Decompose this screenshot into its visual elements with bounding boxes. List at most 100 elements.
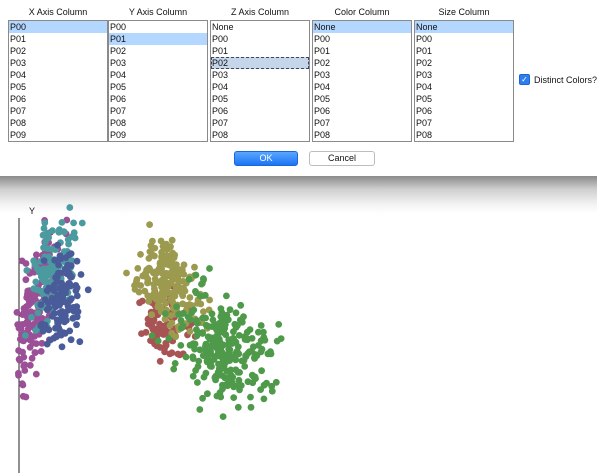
list-item[interactable]: P00 xyxy=(109,21,207,33)
list-item[interactable]: P08 xyxy=(109,117,207,129)
list-item[interactable]: P08 xyxy=(9,117,107,129)
list-item[interactable]: P00 xyxy=(211,33,309,45)
list-item[interactable]: P05 xyxy=(109,81,207,93)
y-column-list[interactable]: P00 P01 P02 P03 P04 P05 P06 P07 P08 P09 xyxy=(108,20,208,142)
cancel-button[interactable]: Cancel xyxy=(309,151,375,166)
scatter-point xyxy=(235,332,243,339)
scatter-point xyxy=(252,375,259,382)
scatter-point xyxy=(40,269,48,277)
list-item[interactable]: P07 xyxy=(313,117,411,129)
scatter-point xyxy=(39,275,46,283)
scatter-point xyxy=(261,336,269,344)
list-item[interactable]: P04 xyxy=(109,69,207,81)
list-item[interactable]: P03 xyxy=(109,57,207,69)
scatter-point xyxy=(77,271,85,278)
list-item[interactable]: P04 xyxy=(415,81,513,93)
list-item[interactable]: P06 xyxy=(211,105,309,117)
list-item[interactable]: P01 xyxy=(313,45,411,57)
scatter-point xyxy=(161,343,169,351)
list-item[interactable]: P05 xyxy=(9,81,107,93)
list-item[interactable]: P01 xyxy=(211,45,309,57)
list-item[interactable]: None xyxy=(415,21,513,33)
list-item[interactable]: P06 xyxy=(313,105,411,117)
list-item[interactable]: P06 xyxy=(109,93,207,105)
scatter-point xyxy=(202,342,209,350)
scatter-point xyxy=(257,322,265,329)
list-item[interactable]: None xyxy=(313,21,411,33)
scatter-point xyxy=(40,244,47,252)
scatter-point xyxy=(156,357,164,365)
scatter-point xyxy=(73,292,81,300)
scatter-point xyxy=(205,334,213,341)
list-item[interactable]: P04 xyxy=(211,81,309,93)
scatter-point xyxy=(230,394,238,401)
list-item[interactable]: P03 xyxy=(313,69,411,81)
list-item[interactable]: P05 xyxy=(211,93,309,105)
list-item[interactable]: P02 xyxy=(109,45,207,57)
list-item[interactable]: P00 xyxy=(415,33,513,45)
scatter-point xyxy=(136,299,144,307)
scatter-point xyxy=(148,250,156,258)
list-item[interactable]: P06 xyxy=(9,93,107,105)
scatter-point xyxy=(69,314,77,322)
list-item[interactable]: P03 xyxy=(415,69,513,81)
list-item[interactable]: P07 xyxy=(415,117,513,129)
list-item[interactable]: P05 xyxy=(313,93,411,105)
scatter-point xyxy=(68,273,75,281)
list-item[interactable]: P02 xyxy=(9,45,107,57)
list-item[interactable]: P03 xyxy=(9,57,107,69)
y-column-title: Y Axis Column xyxy=(128,7,188,17)
scatter-point xyxy=(52,324,59,332)
list-item[interactable]: P07 xyxy=(109,105,207,117)
list-item[interactable]: P02 xyxy=(313,57,411,69)
scatter-point xyxy=(137,282,145,289)
list-item[interactable]: P00 xyxy=(9,21,107,33)
list-item[interactable]: P00 xyxy=(313,33,411,45)
list-item[interactable]: P08 xyxy=(313,129,411,141)
list-item[interactable]: P03 xyxy=(211,69,309,81)
scatter-point xyxy=(260,381,268,389)
list-item[interactable]: P01 xyxy=(9,33,107,45)
scatter-point xyxy=(200,276,208,284)
scatter-point xyxy=(166,322,174,329)
scatter-point xyxy=(189,355,197,362)
list-item[interactable]: P09 xyxy=(109,129,207,141)
list-item[interactable]: P01 xyxy=(109,33,207,45)
list-item[interactable]: P06 xyxy=(415,105,513,117)
list-item[interactable]: P02 xyxy=(211,57,309,69)
z-column-list[interactable]: None P00 P01 P02 P03 P04 P05 P06 P07 P08 xyxy=(210,20,310,142)
list-item[interactable]: P08 xyxy=(211,129,309,141)
x-column-list[interactable]: P00 P01 P02 P03 P04 P05 P06 P07 P08 P09 xyxy=(8,20,108,142)
list-item[interactable]: P04 xyxy=(313,81,411,93)
scatter-point xyxy=(227,372,235,380)
list-item[interactable]: P07 xyxy=(9,105,107,117)
scatter-point xyxy=(18,257,26,265)
scatter-point xyxy=(219,381,226,389)
scatter-point xyxy=(73,321,80,329)
list-item[interactable]: P08 xyxy=(415,129,513,141)
scatter-point xyxy=(173,287,181,295)
list-item[interactable]: P01 xyxy=(415,45,513,57)
distinct-colors-checkbox[interactable]: ✓ Distinct Colors? xyxy=(519,74,597,85)
scatter-point xyxy=(230,328,237,336)
scatter-point xyxy=(20,362,28,370)
scatter-point xyxy=(58,219,66,226)
list-item[interactable]: P07 xyxy=(211,117,309,129)
color-column-list[interactable]: None P00 P01 P02 P03 P04 P05 P06 P07 P08 xyxy=(312,20,412,142)
scatter-point xyxy=(48,245,56,253)
size-column-list[interactable]: None P00 P01 P02 P03 P04 P05 P06 P07 P08 xyxy=(414,20,514,142)
scatter-point xyxy=(148,332,156,339)
scatter-point xyxy=(50,334,58,342)
scatter-point xyxy=(188,309,196,317)
list-item[interactable]: P05 xyxy=(415,93,513,105)
ok-button[interactable]: OK xyxy=(234,151,298,166)
scatter-point xyxy=(144,279,151,287)
scatter-point xyxy=(134,265,142,272)
list-item[interactable]: P02 xyxy=(415,57,513,69)
list-item[interactable]: P09 xyxy=(9,129,107,141)
list-item[interactable]: None xyxy=(211,21,309,33)
scatter-point xyxy=(63,317,70,324)
scatter-point xyxy=(156,279,164,287)
list-item[interactable]: P04 xyxy=(9,69,107,81)
scatter-plot[interactable]: Y xyxy=(0,176,597,473)
